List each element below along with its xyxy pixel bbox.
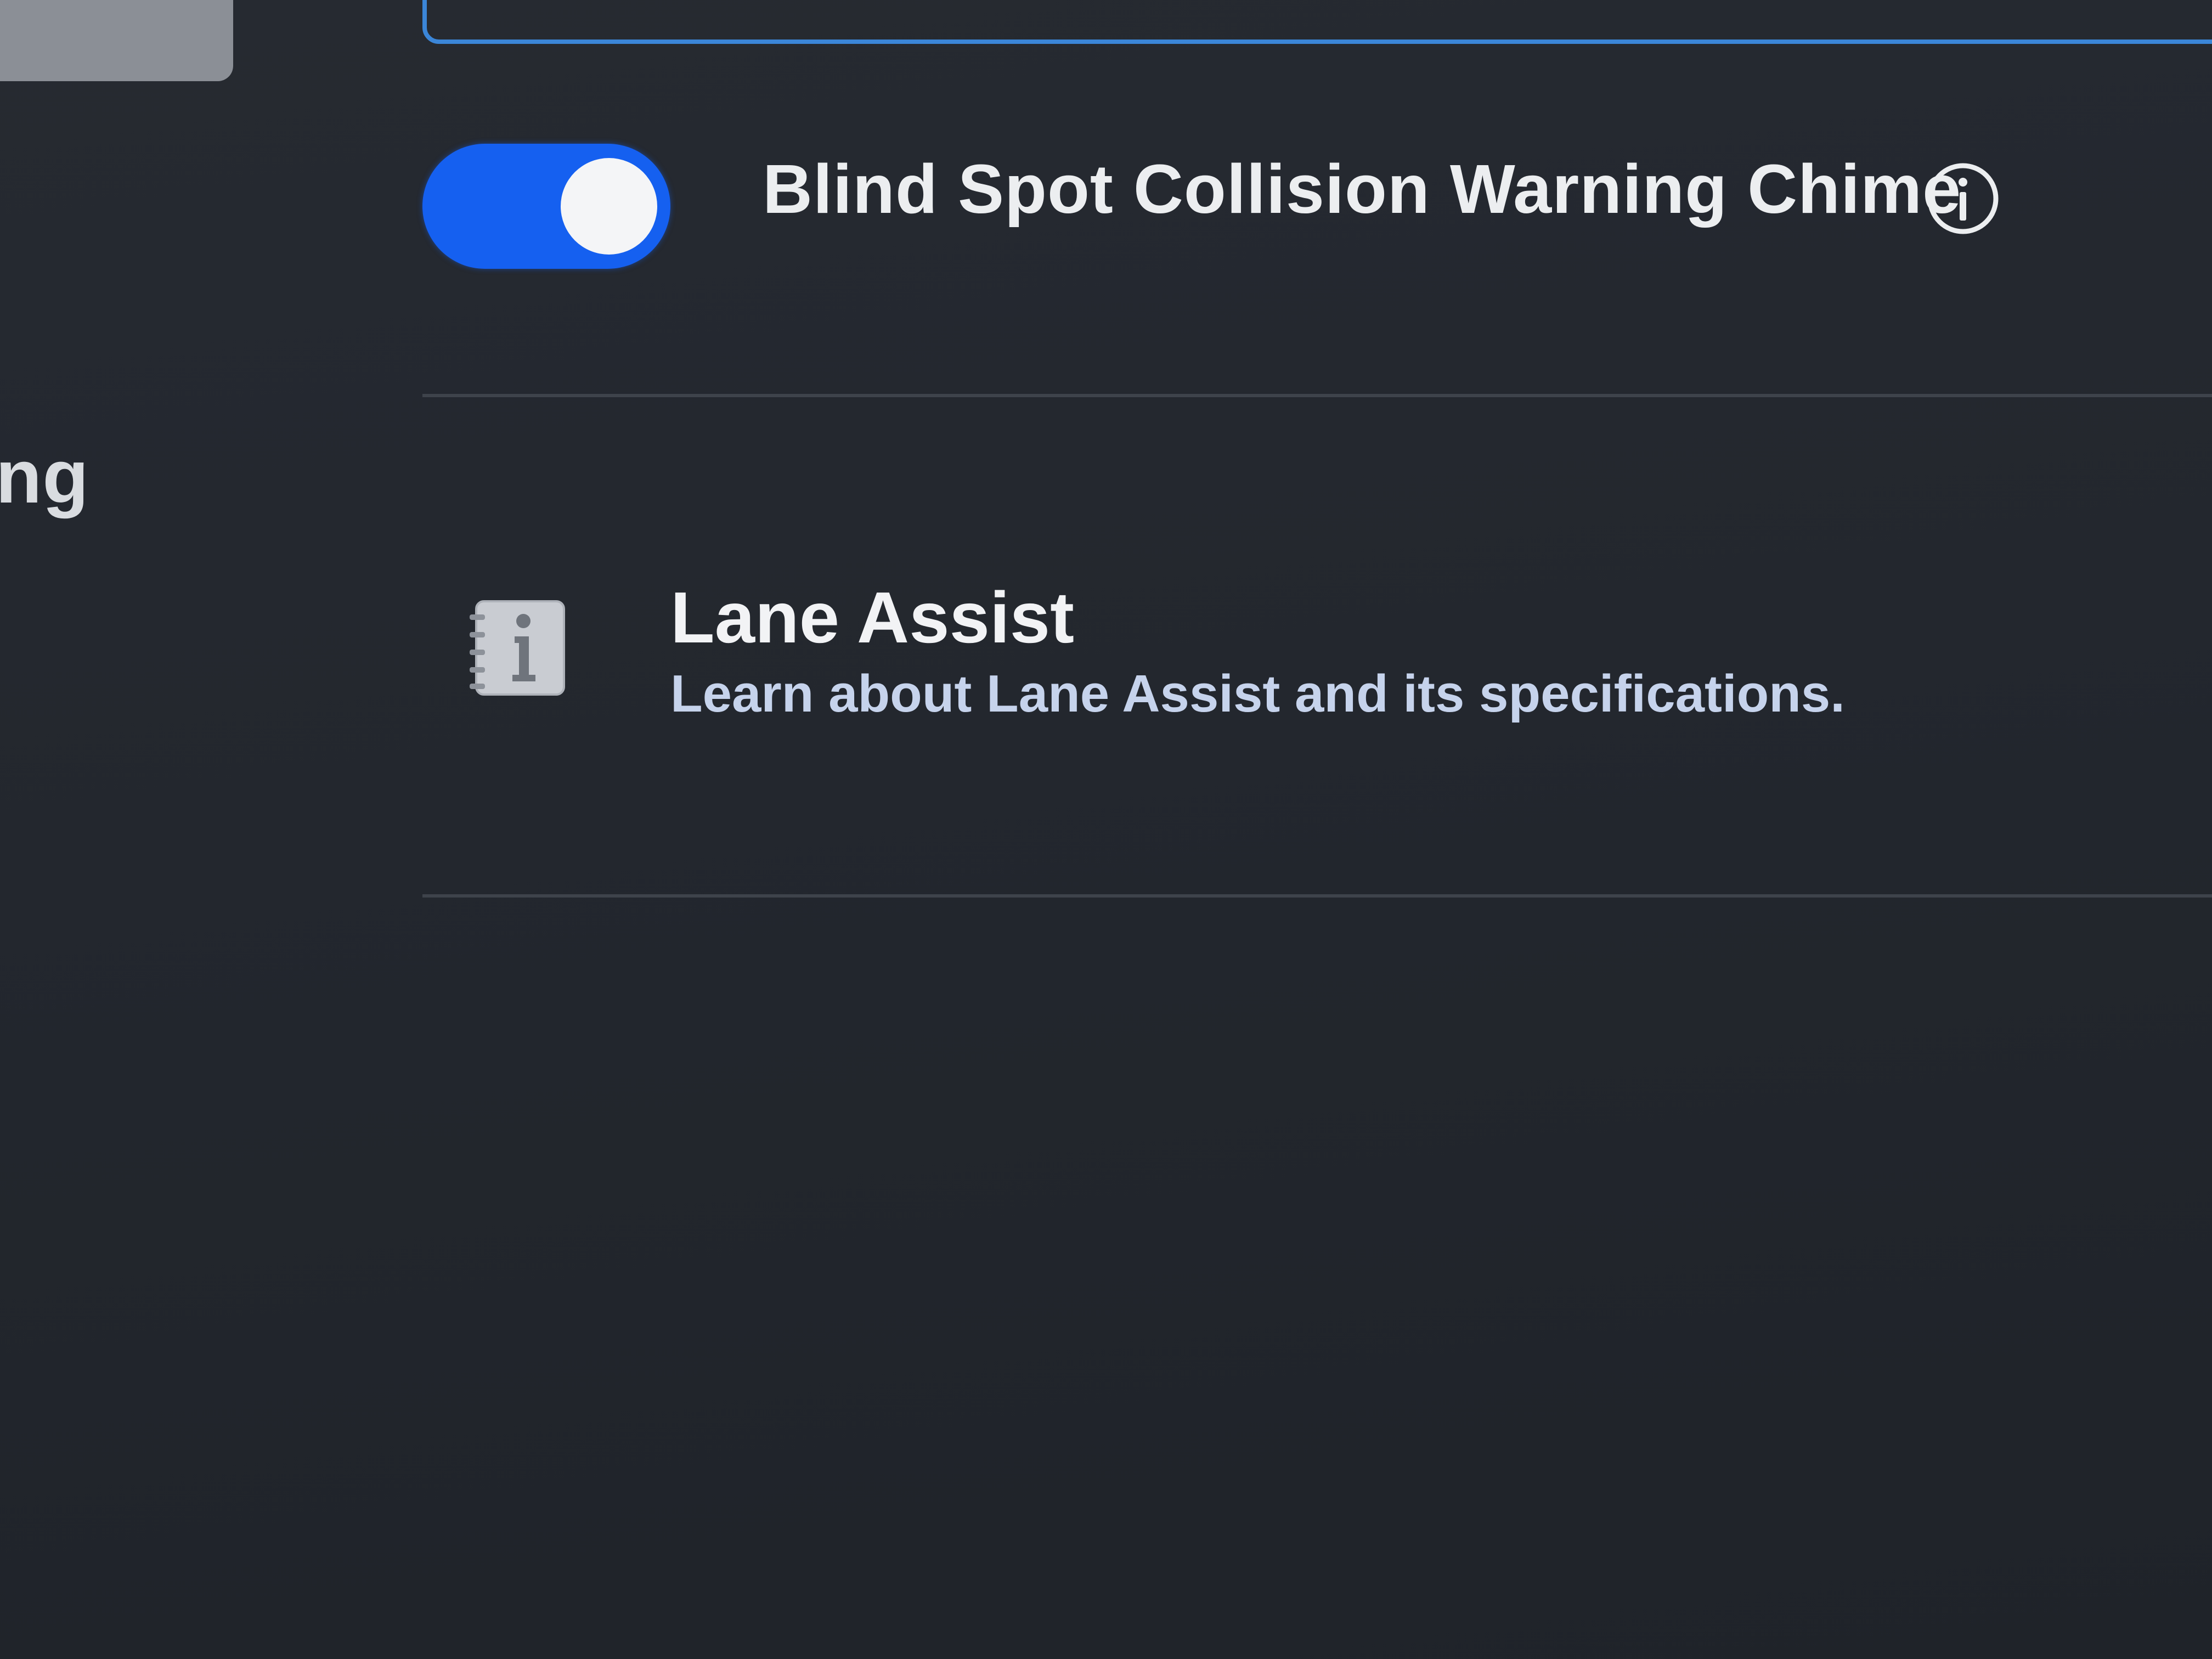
toggle-knob	[561, 158, 657, 255]
settings-screen: ng Blind Spot Collision Warning Chime La…	[0, 0, 2212, 1659]
sidebar-item-label[interactable]: ng	[0, 433, 89, 521]
manual-info-icon	[470, 600, 565, 696]
top-setting-panel[interactable]	[422, 0, 2212, 44]
info-circle-icon[interactable]	[1925, 160, 2001, 237]
lane-assist-title[interactable]: Lane Assist	[670, 576, 1074, 659]
blind-spot-chime-label: Blind Spot Collision Warning Chime	[763, 150, 1962, 228]
sidebar-item-selected[interactable]	[0, 0, 233, 81]
lane-assist-subtitle[interactable]: Learn about Lane Assist and its specific…	[670, 664, 1845, 724]
blind-spot-chime-toggle[interactable]	[422, 144, 670, 269]
divider	[422, 894, 2212, 898]
divider	[422, 394, 2212, 397]
sidebar: ng	[0, 0, 384, 1659]
